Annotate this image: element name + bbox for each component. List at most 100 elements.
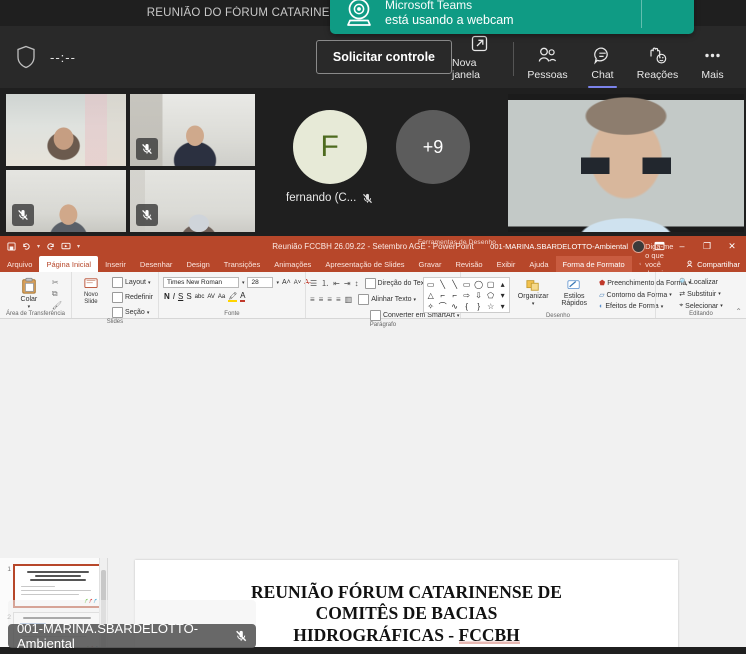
share-person-icon (686, 260, 693, 268)
increase-indent-button[interactable]: ⇥ (344, 279, 351, 288)
avatar: F (292, 110, 367, 184)
shapes-gallery[interactable]: ▭ ╲ ╲ ▭ ◯ ▢ ▴ △ ⌐ ⌐ ⇨ ⇩ ⬠ ▾ ✧ ⌒ ∿ {} ☆ … (423, 277, 511, 313)
restore-button[interactable]: ❐ (699, 241, 715, 252)
slides-group-label: Slides (106, 319, 124, 325)
underline-button[interactable]: S (178, 292, 183, 301)
new-slide-button[interactable]: Novo Slide (75, 276, 107, 306)
italic-button[interactable]: I (173, 292, 175, 301)
line-spacing-button[interactable]: ↕ (355, 279, 359, 288)
ribbon-group-clipboard: Colar ▾ ✂ ⧉ 🖌 Área de Transferência (0, 272, 71, 318)
reactions-button[interactable]: Reações (630, 44, 685, 88)
selfview-label-bar[interactable]: 001-MARINA.SBARDELOTTO-Ambiental (8, 621, 256, 651)
tab-animacoes[interactable]: Animações (267, 256, 318, 272)
reactions-hand-icon (647, 44, 668, 66)
format-painter-icon[interactable]: 🖌 (52, 301, 62, 310)
mic-off-icon[interactable] (235, 629, 247, 643)
qat-customize-icon[interactable]: ▾ (77, 243, 80, 250)
layout-label: Layout (124, 279, 146, 286)
undo-icon[interactable] (22, 242, 31, 251)
video-tile-4[interactable] (130, 170, 255, 232)
toast-divider (641, 0, 642, 28)
tab-exibir[interactable]: Exibir (490, 256, 523, 272)
tab-apresentacao-de-slides[interactable]: Apresentação de Slides (318, 256, 411, 272)
tab-design[interactable]: Design (179, 256, 216, 272)
toast-message: está usando a webcam (385, 12, 514, 27)
start-slideshow-icon[interactable] (61, 242, 71, 251)
request-control-button[interactable]: Solicitar controle (315, 40, 452, 74)
shape-oval: ◯ (474, 279, 484, 289)
webcam-notification-toast[interactable]: Microsoft Teams está usando a webcam (330, 0, 694, 34)
align-text-button[interactable]: Alinhar Texto ▾ (356, 293, 418, 306)
increase-font-size-button[interactable]: A˄ (282, 279, 291, 286)
lightbulb-icon (639, 262, 641, 266)
people-button[interactable]: Pessoas (520, 44, 575, 88)
section-icon (111, 307, 123, 318)
font-size-input[interactable]: 28 (247, 277, 274, 288)
bold-button[interactable]: N (164, 292, 170, 301)
avatar-tile-fernando[interactable]: F fernando (C... (286, 110, 373, 204)
change-case-button[interactable]: Aa (218, 294, 225, 300)
redo-icon[interactable] (46, 242, 55, 251)
text-direction-label: Direção do Texto (377, 280, 430, 287)
collapse-ribbon-icon[interactable]: ⌃ (735, 307, 742, 316)
align-center-button[interactable]: ≡ (319, 295, 324, 304)
section-button[interactable]: Seção ▾ (110, 306, 155, 319)
quick-styles-button[interactable]: Estilos Rápidos (556, 277, 592, 309)
tab-forma-de-formato[interactable]: Forma de Formato (555, 256, 632, 272)
highlight-icon[interactable]: 🖍 (228, 292, 238, 302)
tab-desenhar[interactable]: Desenhar (133, 256, 180, 272)
text-direction-icon (364, 278, 376, 289)
save-icon[interactable] (7, 241, 16, 251)
video-tile-1[interactable] (6, 94, 126, 166)
share-button[interactable]: Compartilhar (686, 256, 746, 272)
paste-button[interactable]: Colar ▾ (9, 276, 49, 311)
align-text-icon (358, 294, 370, 305)
more-options-button[interactable]: Mais (685, 44, 740, 88)
avatar-name-row: fernando (C... (286, 192, 373, 204)
align-left-button[interactable]: ≡ (310, 295, 315, 304)
align-right-button[interactable]: ≡ (327, 295, 332, 304)
shape-scribble: ∿ (451, 301, 458, 311)
tab-ajuda[interactable]: Ajuda (522, 256, 555, 272)
replace-button[interactable]: ⇄ Substituir ▾ (677, 289, 725, 299)
video-tile-2[interactable] (130, 94, 255, 166)
decrease-indent-button[interactable]: ⇤ (333, 279, 340, 288)
meeting-timer: --:-- (50, 49, 76, 65)
arrange-button[interactable]: Organizar ▾ (515, 277, 551, 308)
section-label: Seção (124, 309, 145, 316)
undo-dropdown-icon[interactable]: ▾ (37, 243, 40, 250)
text-shadow-button[interactable]: S (186, 292, 191, 301)
strikethrough-button[interactable]: abc (195, 294, 205, 300)
character-spacing-button[interactable]: AV (207, 294, 215, 300)
shape-elbow: ⌐ (440, 290, 445, 300)
select-button[interactable]: ⌖ Selecionar ▾ (677, 301, 725, 311)
numbering-button[interactable]: ⒈ (321, 278, 329, 289)
columns-button[interactable]: ▥ (345, 295, 353, 304)
account-chip[interactable]: 001-MARINA.SBARDELOTTO-Ambiental (490, 239, 645, 253)
close-button[interactable]: ✕ (724, 241, 740, 252)
reset-button[interactable]: Redefinir (110, 291, 155, 304)
find-button[interactable]: 🔍 Localizar (677, 277, 725, 287)
overflow-participants-tile[interactable]: +9 (396, 110, 470, 184)
spotlight-video-tile[interactable] (508, 94, 744, 232)
chat-button[interactable]: Chat (575, 44, 630, 88)
layout-button[interactable]: Layout ▾ (110, 276, 155, 289)
justify-button[interactable]: ≡ (336, 295, 341, 304)
tell-me-search[interactable]: Diga-me o que você deseja fazer (632, 242, 686, 287)
ribbon-group-editing: 🔍 Localizar ⇄ Substituir ▾ ⌖ Selecionar ▾ Edi… (654, 272, 746, 318)
video-tile-3[interactable] (6, 170, 126, 232)
cut-scissors-icon[interactable]: ✂ (52, 278, 62, 287)
tab-inserir[interactable]: Inserir (98, 256, 133, 272)
decrease-font-size-button[interactable]: A˅ (294, 280, 302, 286)
bullets-button[interactable]: ☰ (310, 279, 317, 288)
tab-transicoes[interactable]: Transições (217, 256, 267, 272)
copy-icon[interactable]: ⧉ (52, 289, 62, 299)
font-color-button[interactable]: A (240, 291, 246, 302)
font-family-input[interactable]: Times New Roman (162, 277, 239, 288)
new-window-button[interactable]: Nova janela (452, 32, 507, 88)
people-label: Pessoas (527, 69, 568, 81)
tab-arquivo[interactable]: Arquivo (0, 256, 39, 272)
tab-revisao[interactable]: Revisão (448, 256, 489, 272)
tab-pagina-inicial[interactable]: Página Inicial (39, 256, 99, 272)
tab-gravar[interactable]: Gravar (412, 256, 449, 272)
